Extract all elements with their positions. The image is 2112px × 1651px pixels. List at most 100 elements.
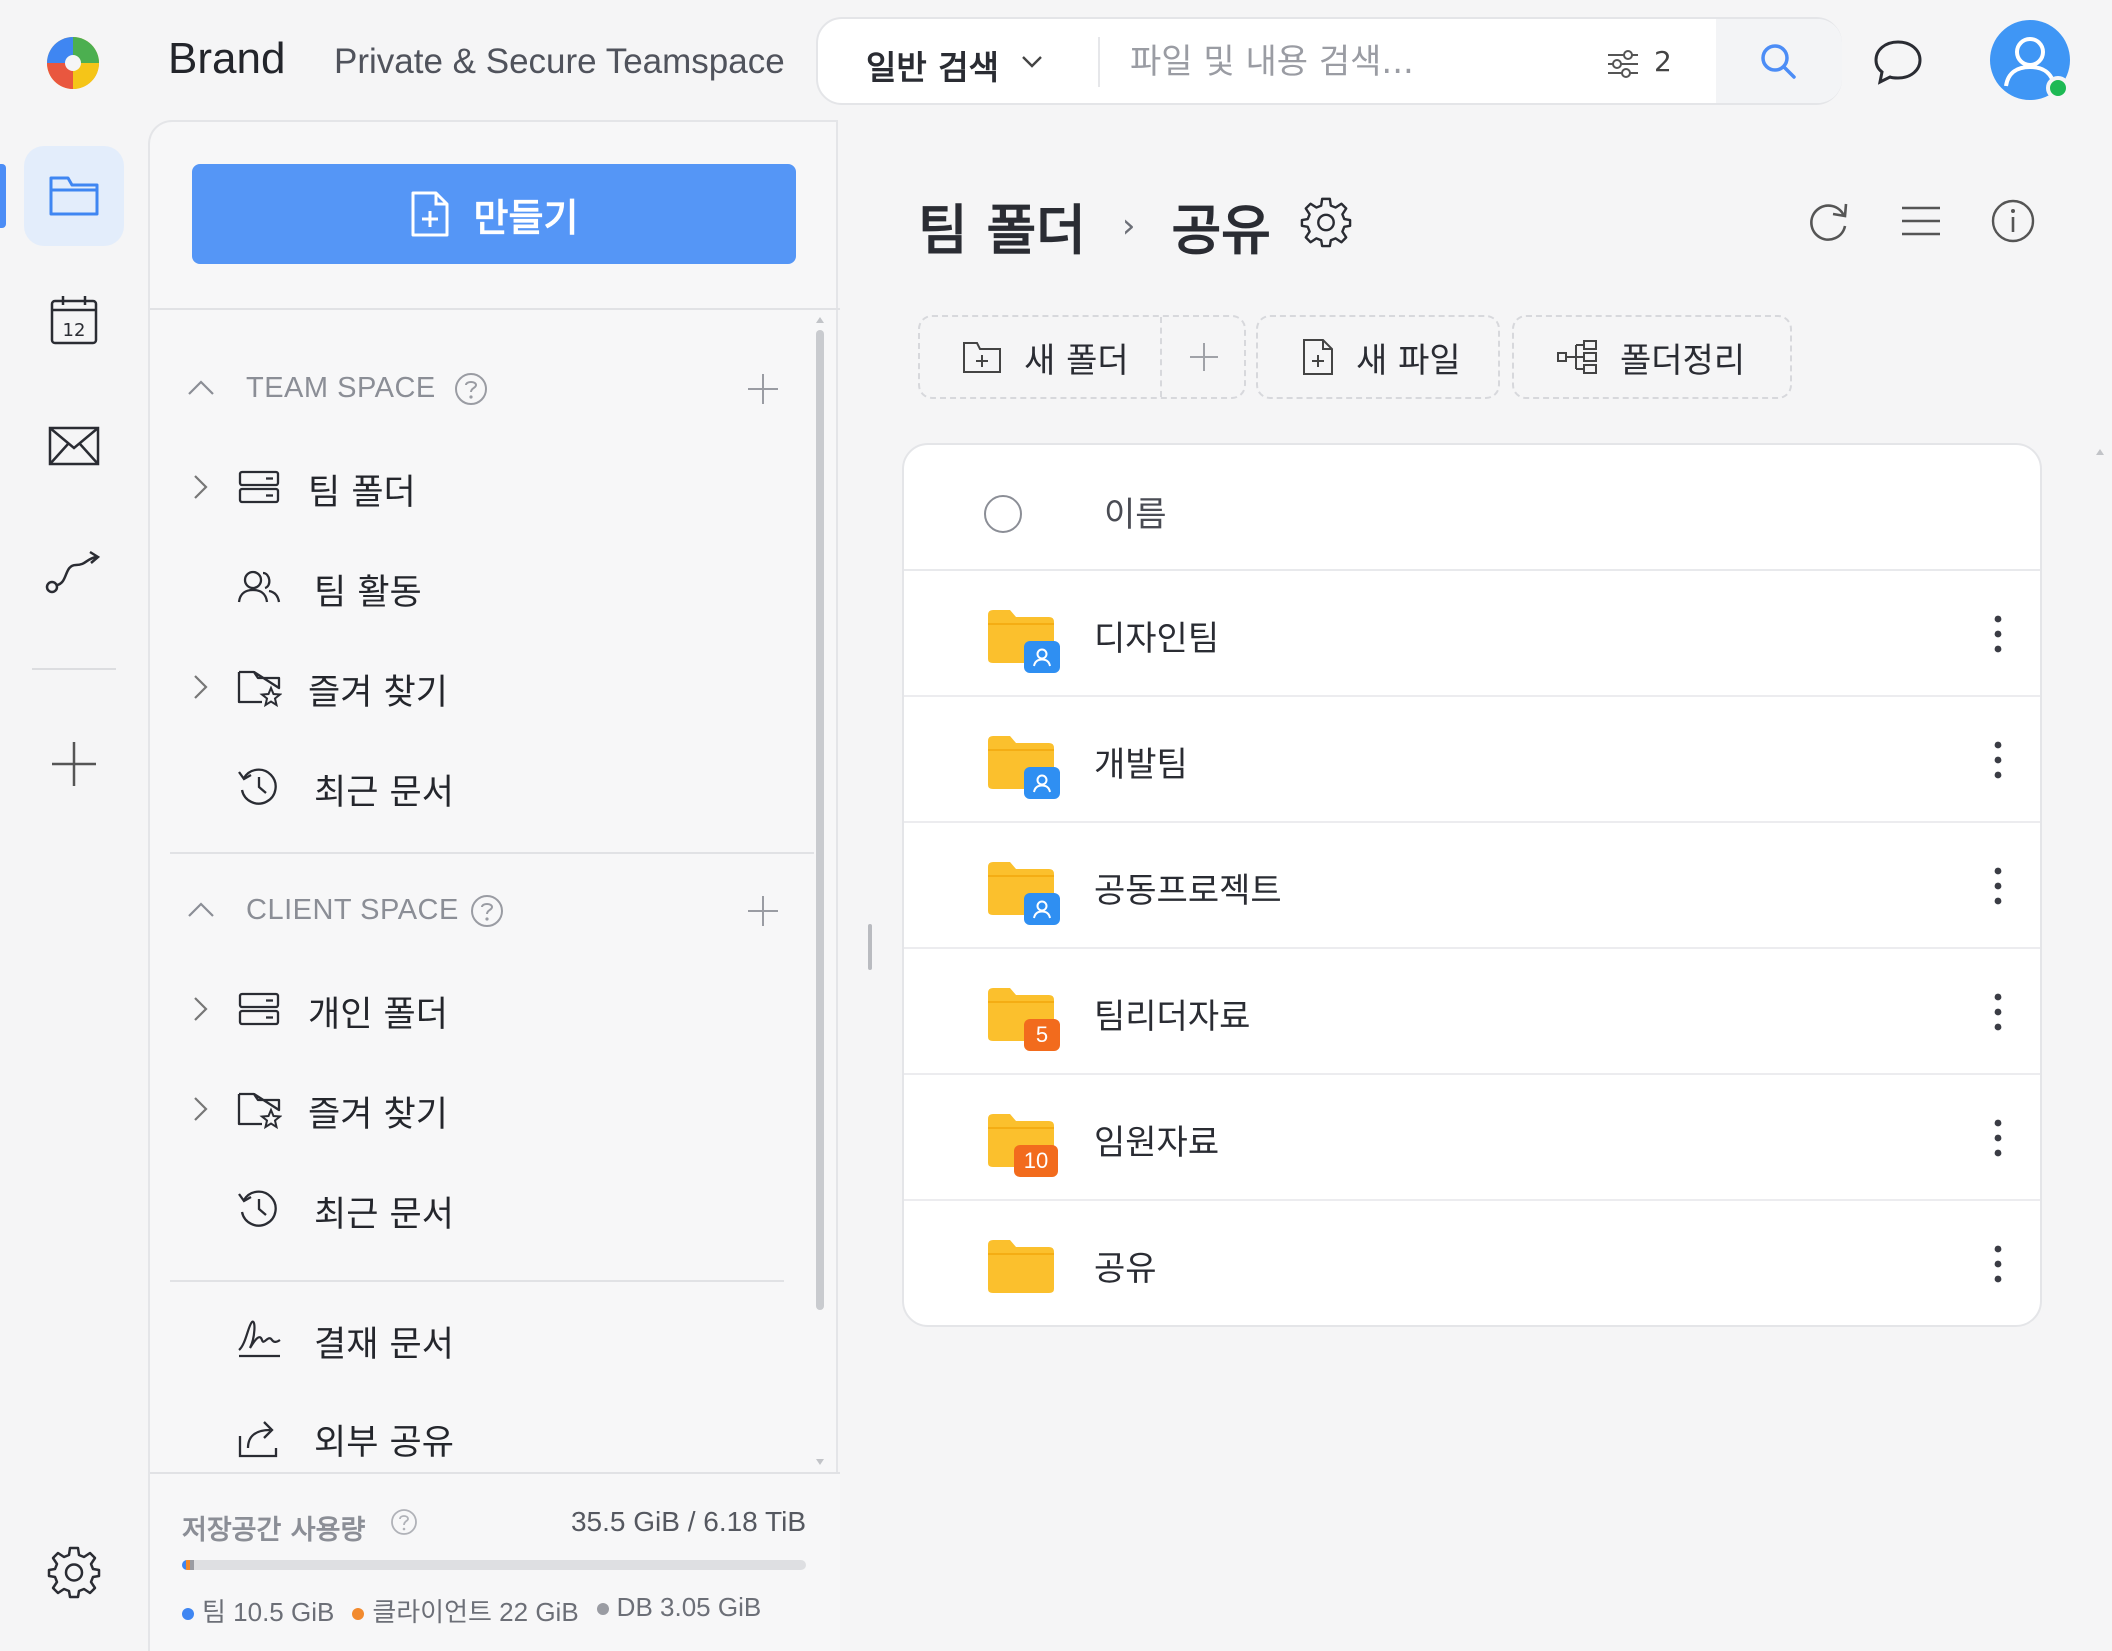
help-icon[interactable]: [470, 894, 504, 928]
search-divider: [1098, 37, 1100, 87]
more-options-icon[interactable]: [1990, 737, 2006, 783]
sidebar-item-label: 개인 폴더: [308, 995, 448, 1035]
sidebar-item-team-favorites[interactable]: 즐겨 찾기: [186, 652, 786, 722]
sidebar-item-team-activity[interactable]: 팀 활동: [186, 552, 786, 622]
more-options-icon[interactable]: [1990, 863, 2006, 909]
breadcrumb-separator-icon: ›: [1121, 205, 1136, 246]
sidebar-item-client-recent[interactable]: 최근 문서: [186, 1174, 786, 1244]
sidebar-item-team-recent[interactable]: 최근 문서: [186, 752, 786, 822]
table-row[interactable]: 10 임원자료: [904, 1075, 2040, 1201]
chevron-right-icon[interactable]: [190, 472, 212, 502]
table-header: 이름: [904, 445, 2040, 571]
new-folder-label: 새 폴더: [1024, 340, 1129, 381]
folder-settings-gear-icon[interactable]: [1300, 196, 1352, 248]
rail-workflow-button[interactable]: [24, 522, 124, 622]
new-file-button[interactable]: 새 파일: [1256, 315, 1500, 399]
more-options-icon[interactable]: [1990, 1115, 2006, 1161]
brand-logo-icon[interactable]: [44, 34, 102, 92]
sidebar-item-label: 결재 문서: [314, 1325, 454, 1365]
sidebar-item-team-folder[interactable]: 팀 폴더: [186, 452, 786, 522]
organize-folders-button[interactable]: 폴더정리: [1512, 315, 1792, 399]
search-input[interactable]: [1130, 37, 1570, 87]
scroll-down-arrow-icon[interactable]: [814, 1456, 826, 1468]
scroll-up-arrow-icon[interactable]: [814, 314, 826, 326]
chevron-right-icon[interactable]: [190, 1094, 212, 1124]
history-icon: [238, 1190, 277, 1227]
legend-dot: [182, 1608, 194, 1621]
file-table: 이름 디자인팀 개발팀 공동프로젝트 5 팀리더자료 10 임원자료 공유: [902, 443, 2042, 1327]
new-file-icon: [1303, 339, 1333, 375]
panel-resize-handle[interactable]: [868, 924, 872, 970]
info-icon[interactable]: [1988, 196, 2038, 246]
help-icon[interactable]: [454, 372, 488, 406]
new-folder-icon: [963, 342, 1001, 373]
item-count-text: 5: [1035, 1022, 1049, 1047]
user-icon: [1033, 900, 1051, 919]
file-name[interactable]: 개발팀: [1094, 737, 1188, 786]
more-options-icon[interactable]: [1990, 611, 2006, 657]
file-name[interactable]: 임원자료: [1094, 1115, 1219, 1164]
team-space-title: TEAM SPACE: [246, 372, 436, 404]
sidebar-item-label: 외부 공유: [314, 1423, 454, 1463]
team-space-header[interactable]: TEAM SPACE: [186, 366, 786, 416]
search-filter-button[interactable]: 2: [1606, 41, 1698, 85]
table-row[interactable]: 5 팀리더자료: [904, 949, 2040, 1075]
table-row[interactable]: 공유: [904, 1201, 2040, 1325]
sidebar-scrollbar-thumb[interactable]: [816, 330, 824, 1310]
sidebar-item-label: 즐겨 찾기: [308, 1095, 448, 1135]
server-icon: [238, 992, 280, 1026]
column-header-name[interactable]: 이름: [1104, 487, 1167, 536]
file-name[interactable]: 디자인팀: [1094, 611, 1219, 660]
search-mode-select[interactable]: 일반 검색: [866, 41, 999, 89]
rail-calendar-button[interactable]: 12: [24, 270, 124, 370]
new-folder-button[interactable]: 새 폴더: [918, 315, 1246, 399]
plus-icon[interactable]: [1188, 341, 1220, 373]
chevron-right-icon[interactable]: [190, 994, 212, 1024]
workflow-path-icon: [45, 550, 101, 594]
share-icon: [238, 1421, 278, 1458]
table-row[interactable]: 개발팀: [904, 697, 2040, 823]
file-name[interactable]: 공동프로젝트: [1094, 863, 1282, 912]
sidebar-item-external-share[interactable]: 외부 공유: [186, 1402, 786, 1472]
breadcrumb-item-team-folder[interactable]: 팀 폴더: [918, 186, 1086, 265]
sidebar-item-client-favorites[interactable]: 즐겨 찾기: [186, 1074, 786, 1144]
storage-usage: 저장공간 사용량 35.5 GiB / 6.18 TiB 팀 10.5 GiB …: [150, 1472, 840, 1651]
list-view-icon[interactable]: [1896, 196, 1946, 246]
chevron-up-icon[interactable]: [186, 896, 216, 926]
folder-icon: [988, 1240, 1054, 1293]
sidebar-item-approval-docs[interactable]: 결재 문서: [186, 1304, 786, 1374]
folder-icon: [49, 176, 99, 216]
more-options-icon[interactable]: [1990, 989, 2006, 1035]
sidebar-divider: [150, 308, 840, 310]
sidebar-item-personal-folder[interactable]: 개인 폴더: [186, 974, 786, 1044]
scroll-up-arrow-icon[interactable]: [2094, 446, 2106, 458]
legend-label: DB: [616, 1592, 653, 1622]
rail-files-button[interactable]: [24, 146, 124, 246]
file-name[interactable]: 팀리더자료: [1094, 989, 1250, 1038]
chevron-up-icon[interactable]: [186, 374, 216, 404]
more-options-icon[interactable]: [1990, 1241, 2006, 1287]
chat-bubble-icon[interactable]: [1870, 34, 1926, 90]
search-icon: [1761, 44, 1796, 79]
table-row[interactable]: 공동프로젝트: [904, 823, 2040, 949]
rail-add-button[interactable]: [24, 714, 124, 814]
refresh-icon[interactable]: [1804, 196, 1854, 246]
rail-mail-button[interactable]: [24, 396, 124, 496]
search-button[interactable]: [1716, 19, 1842, 103]
storage-legend-db: DB 3.05 GiB: [596, 1592, 761, 1629]
storage-title: 저장공간 사용량: [182, 1515, 366, 1546]
chevron-down-icon[interactable]: [1018, 47, 1046, 75]
table-row[interactable]: 디자인팀: [904, 571, 2040, 697]
add-client-space-icon[interactable]: [746, 894, 780, 928]
select-all-checkbox[interactable]: [984, 495, 1022, 533]
new-file-label: 새 파일: [1356, 340, 1461, 381]
client-space-header[interactable]: CLIENT SPACE: [186, 888, 786, 938]
create-button[interactable]: 만들기: [192, 164, 796, 264]
add-team-space-icon[interactable]: [746, 372, 780, 406]
help-icon[interactable]: [390, 1508, 418, 1536]
chevron-right-icon[interactable]: [190, 672, 212, 702]
legend-dot: [596, 1603, 609, 1616]
file-name[interactable]: 공유: [1094, 1241, 1157, 1290]
organize-folders-label: 폴더정리: [1620, 340, 1746, 381]
rail-settings-button[interactable]: [24, 1522, 124, 1622]
